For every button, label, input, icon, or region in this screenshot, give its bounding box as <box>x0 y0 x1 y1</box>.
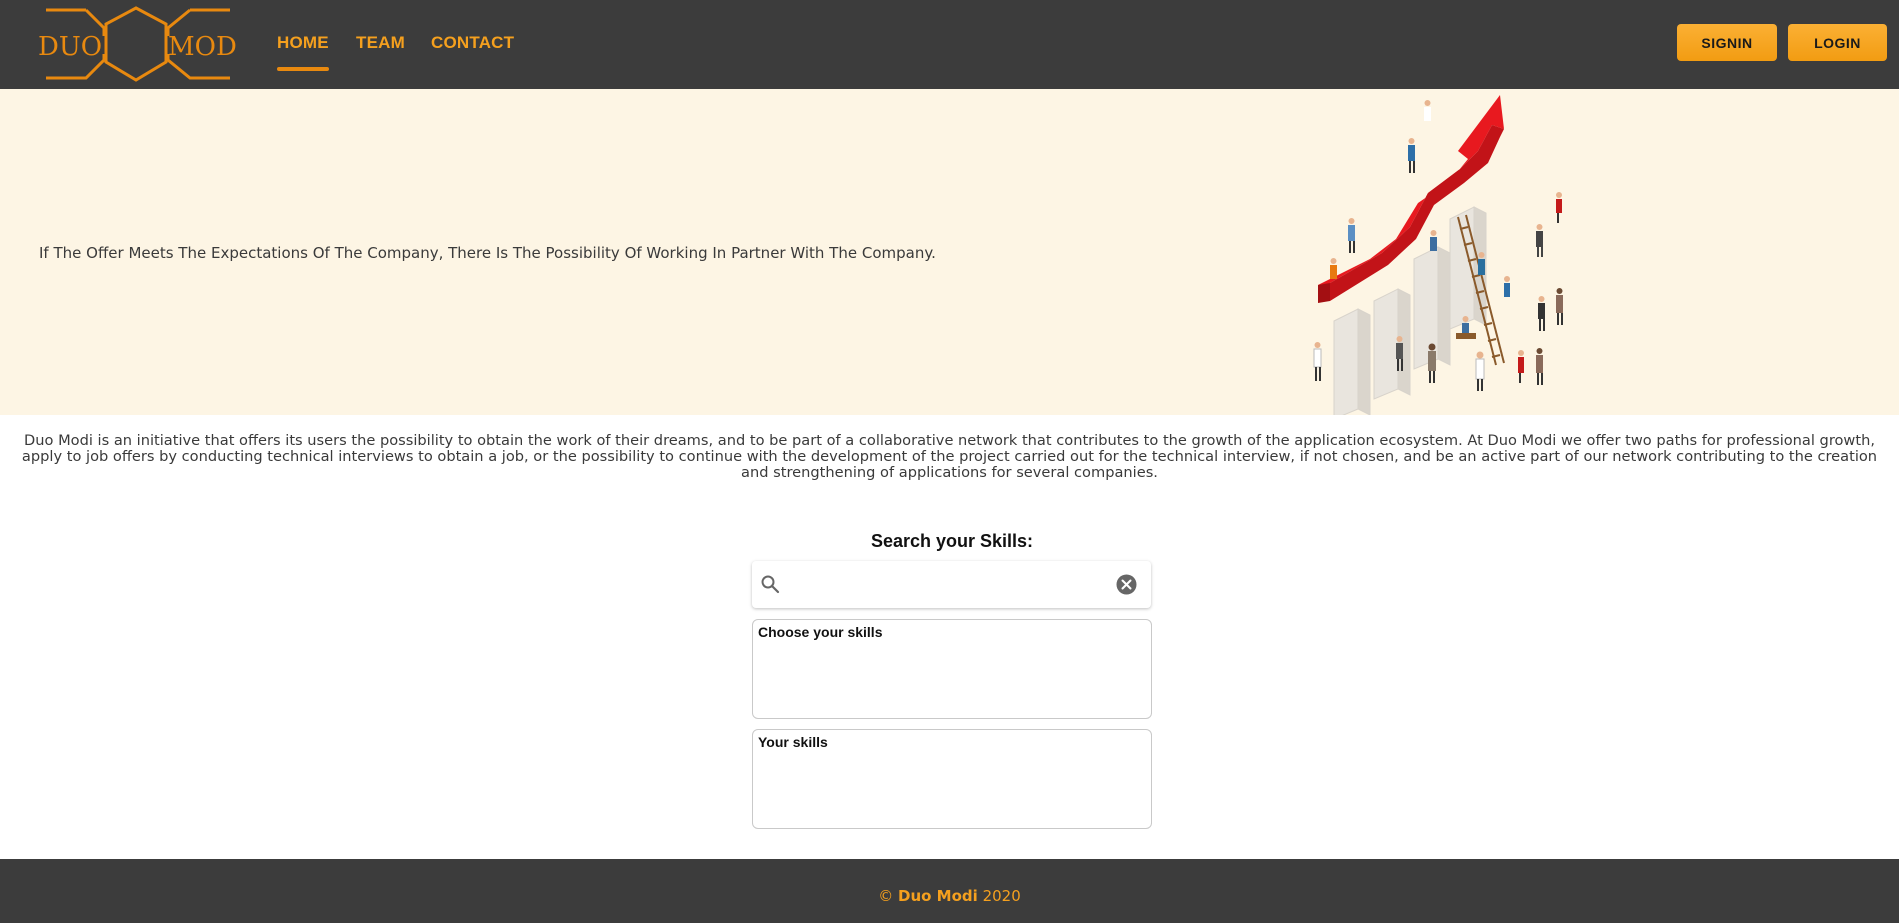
clear-icon[interactable] <box>1116 574 1137 595</box>
search-box <box>752 561 1151 608</box>
nav-link-team[interactable]: TEAM <box>356 33 405 53</box>
login-button[interactable]: LOGIN <box>1788 24 1887 61</box>
duo-modi-logo[interactable]: DUO MODI <box>36 6 240 82</box>
nav-link-home[interactable]: HOME <box>277 33 329 71</box>
footer-year: 2020 <box>982 887 1021 905</box>
growth-arrow-illustration <box>1313 95 1563 415</box>
hero-tagline: If The Offer Meets The Expectations Of T… <box>39 244 936 262</box>
top-navbar: DUO MODI HOME TEAM CONTACT SIGNIN LOGIN <box>0 0 1899 89</box>
choose-skills-label: Choose your skills <box>758 624 883 640</box>
logo-text-duo: DUO <box>38 32 103 62</box>
footer-brand: Duo Modi <box>898 887 978 905</box>
page-footer: © Duo Modi 2020 <box>0 859 1899 923</box>
signin-button[interactable]: SIGNIN <box>1677 24 1777 61</box>
hero-banner: If The Offer Meets The Expectations Of T… <box>0 89 1899 415</box>
intro-paragraph: Duo Modi is an initiative that offers it… <box>21 432 1878 481</box>
search-title: Search your Skills: <box>870 531 1034 551</box>
search-icon <box>761 575 780 594</box>
your-skills-panel[interactable]: Your skills <box>752 729 1152 829</box>
logo-text-modi: MODI <box>168 32 238 62</box>
copyright-symbol: © <box>878 887 894 905</box>
your-skills-label: Your skills <box>758 734 828 750</box>
nav-link-contact[interactable]: CONTACT <box>431 33 514 53</box>
choose-skills-panel[interactable]: Choose your skills <box>752 619 1152 719</box>
footer-copyright: © Duo Modi 2020 <box>0 887 1899 905</box>
skills-search-input[interactable] <box>788 569 1112 601</box>
